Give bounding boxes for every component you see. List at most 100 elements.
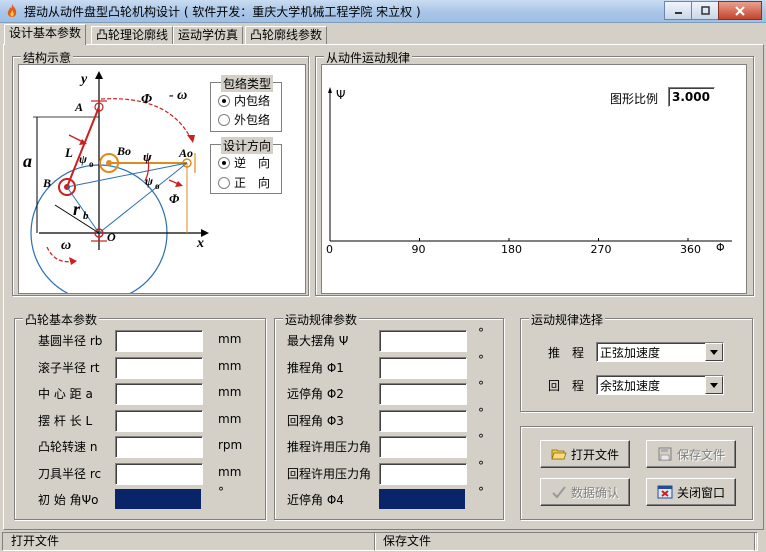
cam-param-label: 基圆半径 rb xyxy=(38,334,103,348)
radio-outer-envelope[interactable]: 外包络 xyxy=(218,111,270,128)
label-a-distance: a xyxy=(23,151,32,171)
app-flame-icon xyxy=(7,4,17,17)
push-law-value: 正弦加速度 xyxy=(600,345,661,360)
radio-dot-selected xyxy=(218,94,230,107)
close-window-action-button[interactable]: 关闭窗口 xyxy=(646,478,736,506)
label-rb: r xyxy=(73,199,81,219)
cam-param-input[interactable] xyxy=(115,383,203,405)
label-omega-bottom: ω xyxy=(61,238,71,253)
cam-param-label: 摆 杆 长 L xyxy=(38,414,93,428)
tab-basic-params[interactable]: 设计基本参数 xyxy=(4,24,87,45)
motion-param-input[interactable] xyxy=(379,489,465,509)
motion-param-label: 近停角 Φ4 xyxy=(287,493,344,507)
floppy-disk-icon xyxy=(658,447,672,461)
close-window-button[interactable] xyxy=(718,1,762,20)
motion-param-input[interactable] xyxy=(379,436,467,458)
push-law-dropdown-arrow[interactable] xyxy=(705,343,723,361)
chart-x-tick-label: 0 xyxy=(326,243,333,256)
motion-chart: Ψ Φ 0 90 180 270 360 图形比例 3.000 xyxy=(321,64,747,294)
return-law-select[interactable]: 余弦加速度 xyxy=(596,375,724,395)
title-bar[interactable]: 摆动从动件盘型凸轮机构设计 ( 软件开发：重庆大学机械工程学院 宋立权 ) xyxy=(0,0,766,23)
cam-param-input[interactable] xyxy=(115,357,203,379)
scale-input[interactable]: 3.000 xyxy=(668,87,715,107)
maximize-button[interactable] xyxy=(691,1,719,20)
cam-params-title: 凸轮基本参数 xyxy=(23,311,100,328)
cam-param-input[interactable] xyxy=(115,489,201,509)
open-file-button[interactable]: 打开文件 xyxy=(540,440,630,468)
status-middle: 保存文件 xyxy=(374,532,756,551)
motion-param-input[interactable] xyxy=(379,357,467,379)
chart-y-axis-arrow xyxy=(328,87,332,93)
motion-param-input[interactable] xyxy=(379,330,467,352)
roller-bo-center xyxy=(106,160,112,166)
window-title: 摆动从动件盘型凸轮机构设计 ( 软件开发：重庆大学机械工程学院 宋立权 ) xyxy=(24,5,421,19)
radio-dot xyxy=(218,113,230,126)
label-y: y xyxy=(79,72,88,87)
open-folder-icon xyxy=(551,449,567,460)
cam-param-label: 凸轮转速 n xyxy=(38,440,98,454)
save-file-button[interactable]: 保存文件 xyxy=(646,440,736,468)
direction-title: 设计方向 xyxy=(221,137,274,154)
motion-param-label: 推程许用压力角 xyxy=(287,440,372,454)
app-window: 摆动从动件盘型凸轮机构设计 ( 软件开发：重庆大学机械工程学院 宋立权 ) 设计… xyxy=(0,0,766,552)
label-ao: Ao xyxy=(178,146,193,160)
minimize-button[interactable] xyxy=(664,1,692,20)
motion-param-label: 推程角 Φ1 xyxy=(287,361,344,375)
status-grip xyxy=(754,532,758,551)
cam-param-unit: mm xyxy=(218,359,242,373)
motion-param-label: 最大摆角 Ψ xyxy=(287,334,349,348)
label-bo: Bo xyxy=(116,144,131,158)
tab-theory-profile[interactable]: 凸轮理论廓线 xyxy=(91,26,174,44)
label-psi0-left: ψ xyxy=(79,152,88,166)
chart-x-tick-label: 360 xyxy=(680,243,701,256)
motion-param-label: 回程许用压力角 xyxy=(287,467,372,481)
cam-param-label: 滚子半径 rt xyxy=(38,361,100,375)
motion-param-label: 回程角 Φ3 xyxy=(287,414,344,428)
chart-y-label: Ψ xyxy=(336,88,345,102)
radio-reverse-direction[interactable]: 逆 向 xyxy=(218,154,270,171)
chart-x-label: Φ xyxy=(716,241,725,254)
cam-param-input[interactable] xyxy=(115,330,203,352)
label-o: O xyxy=(107,230,116,244)
label-phi-upper: Φ xyxy=(141,92,152,107)
status-bar: 打开文件 保存文件 xyxy=(0,530,766,552)
arrow-phi-head xyxy=(175,181,183,187)
return-law-value: 余弦加速度 xyxy=(600,378,661,393)
tab-kinematic-sim[interactable]: 运动学仿真 xyxy=(173,26,244,44)
cam-param-input[interactable] xyxy=(115,463,203,485)
motion-param-unit: ° xyxy=(478,432,484,446)
tab-profile-params[interactable]: 凸轮廓线参数 xyxy=(245,26,328,44)
open-file-label: 打开文件 xyxy=(570,447,619,462)
motion-param-input[interactable] xyxy=(379,383,467,405)
status-left: 打开文件 xyxy=(2,532,376,551)
push-law-select[interactable]: 正弦加速度 xyxy=(596,342,724,362)
motion-param-input[interactable] xyxy=(379,463,467,485)
close-icon xyxy=(735,5,745,16)
confirm-data-label: 数据确认 xyxy=(570,485,619,500)
chart-x-tick-label: 180 xyxy=(501,243,522,256)
radio-inner-envelope[interactable]: 内包络 xyxy=(218,92,270,109)
radio-outer-envelope-label: 外包络 xyxy=(234,113,271,127)
label-b: B xyxy=(42,176,51,190)
label-a-point: A xyxy=(74,100,83,114)
minimize-icon xyxy=(674,12,682,14)
cam-param-unit: mm xyxy=(218,385,242,399)
confirm-data-button[interactable]: 数据确认 xyxy=(540,478,630,506)
cam-param-input[interactable] xyxy=(115,410,203,432)
cam-param-unit: mm xyxy=(218,412,242,426)
cam-param-input[interactable] xyxy=(115,436,203,458)
save-file-label: 保存文件 xyxy=(676,447,725,462)
return-law-dropdown-arrow[interactable] xyxy=(705,376,723,394)
close-window-icon xyxy=(657,485,673,499)
motion-param-input[interactable] xyxy=(379,410,467,432)
radio-dot xyxy=(218,176,230,189)
radio-forward-direction[interactable]: 正 向 xyxy=(218,174,270,191)
radio-inner-envelope-label: 内包络 xyxy=(234,94,271,108)
motion-select-title: 运动规律选择 xyxy=(529,311,606,328)
motion-param-unit: ° xyxy=(478,485,484,499)
label-psi0-right: ψ xyxy=(145,174,154,188)
cam-param-unit: mm xyxy=(218,332,242,346)
chevron-down-icon xyxy=(710,349,718,355)
push-stroke-label: 推 程 xyxy=(548,346,585,360)
rotation-arrow-bottom xyxy=(69,257,77,265)
